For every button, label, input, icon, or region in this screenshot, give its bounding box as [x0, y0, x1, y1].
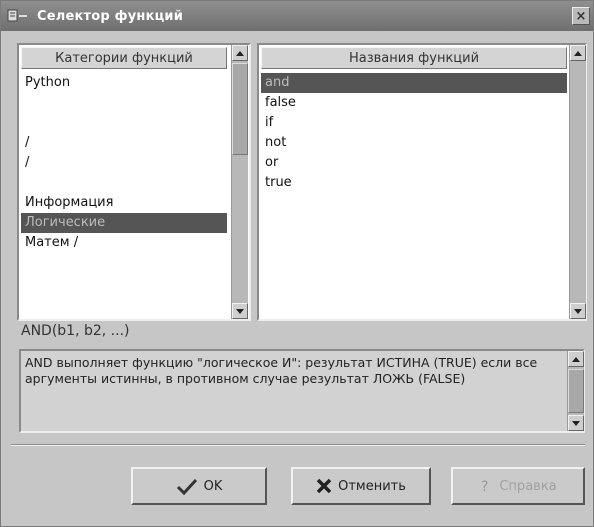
list-item[interactable]: [21, 113, 227, 133]
scroll-down-button[interactable]: [232, 303, 248, 319]
arrow-up-icon: [236, 50, 244, 56]
arrow-down-icon: [574, 308, 582, 314]
list-item[interactable]: Python: [21, 73, 227, 93]
scroll-thumb[interactable]: [232, 63, 248, 155]
arrow-up-icon: [572, 356, 580, 362]
check-icon: [176, 477, 198, 495]
ok-button[interactable]: OK: [131, 467, 267, 505]
function-signature: AND(b1, b2, ...): [21, 323, 130, 339]
arrow-down-icon: [572, 420, 580, 426]
scroll-up-button[interactable]: [568, 351, 584, 367]
cancel-button-label: Отменить: [338, 478, 406, 494]
function-selector-dialog: Селектор функций × Категории функций Pyt…: [0, 0, 594, 527]
list-item[interactable]: if: [261, 113, 567, 133]
list-item[interactable]: [21, 273, 227, 293]
cancel-button[interactable]: Отменить: [291, 467, 431, 505]
scroll-up-button[interactable]: [570, 45, 586, 61]
svg-text:?: ?: [481, 479, 488, 495]
categories-pane: Категории функций Python / / Информация Логи…: [17, 43, 251, 370]
list-item[interactable]: [21, 293, 227, 313]
arrow-up-icon: [574, 50, 582, 56]
functions-list: and false if not or true: [261, 73, 567, 193]
list-item[interactable]: true: [261, 173, 567, 193]
list-item[interactable]: [21, 253, 227, 273]
help-button[interactable]: ? Справка: [451, 467, 585, 505]
list-item[interactable]: /: [21, 153, 227, 173]
title-bar[interactable]: Селектор функций ×: [1, 1, 593, 31]
list-item[interactable]: [21, 93, 227, 113]
window-title: Селектор функций: [37, 8, 184, 24]
close-icon[interactable]: ×: [572, 7, 590, 25]
list-item[interactable]: [21, 173, 227, 193]
function-description-box: AND выполняет функцию "логическое И": ре…: [19, 349, 585, 433]
arrow-down-icon: [236, 308, 244, 314]
separator: [11, 444, 585, 446]
scroll-down-button[interactable]: [570, 303, 586, 319]
list-item[interactable]: and: [261, 73, 567, 93]
list-item[interactable]: or: [261, 153, 567, 173]
ok-button-label: OK: [203, 478, 223, 494]
function-description: AND выполняет функцию "логическое И": ре…: [25, 355, 538, 386]
question-icon: ?: [479, 477, 493, 495]
list-item[interactable]: Логические: [21, 213, 227, 233]
functions-header[interactable]: Названия функций: [261, 47, 567, 69]
scroll-down-button[interactable]: [568, 415, 584, 431]
categories-header[interactable]: Категории функций: [21, 47, 227, 69]
list-item[interactable]: not: [261, 133, 567, 153]
window-menu-icon[interactable]: [7, 7, 29, 25]
help-button-label: Справка: [499, 478, 557, 494]
list-item[interactable]: Информация: [21, 193, 227, 213]
categories-scrollbar[interactable]: [231, 45, 248, 319]
list-item[interactable]: /: [21, 133, 227, 153]
functions-pane: Названия функций and false if not or true: [257, 43, 587, 321]
list-item[interactable]: false: [261, 93, 567, 113]
x-icon: [316, 478, 332, 494]
description-scrollbar[interactable]: [567, 351, 584, 431]
list-item[interactable]: Матем /: [21, 233, 227, 253]
scroll-up-button[interactable]: [232, 45, 248, 61]
scroll-thumb[interactable]: [568, 369, 584, 413]
functions-scrollbar[interactable]: [569, 45, 586, 319]
